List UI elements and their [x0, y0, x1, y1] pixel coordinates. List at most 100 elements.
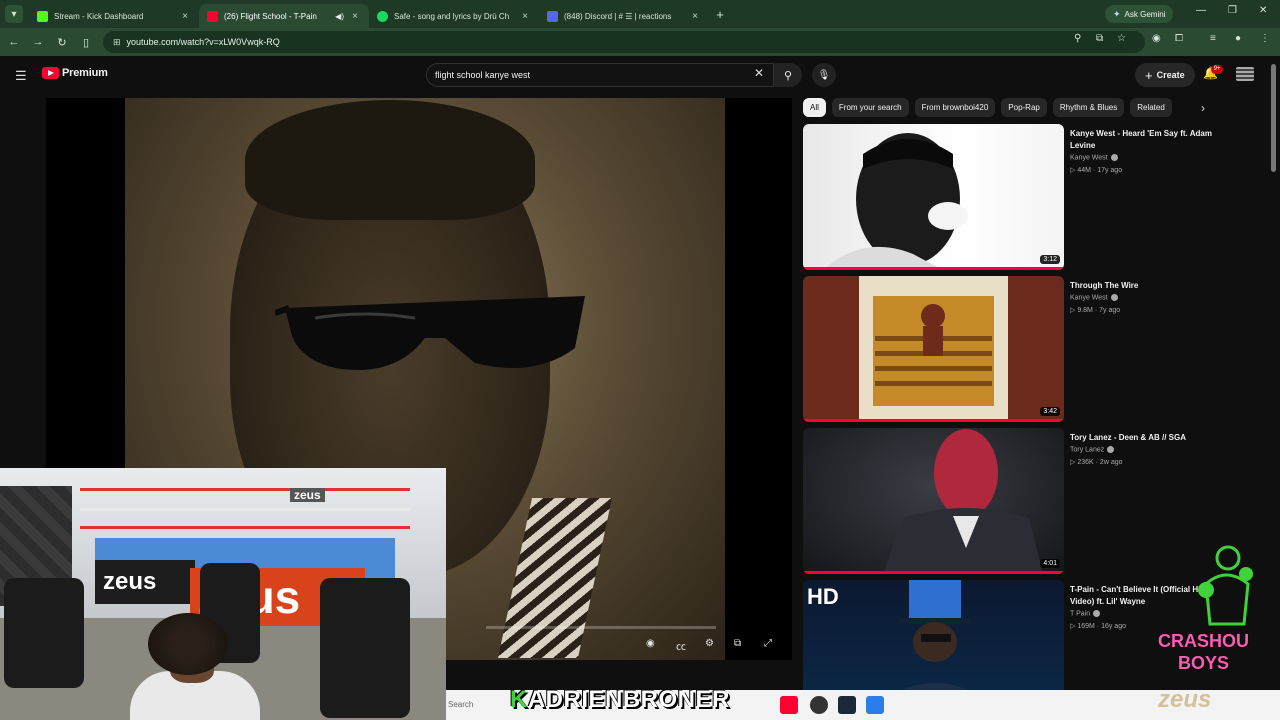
streamer-hair	[148, 613, 228, 675]
reload-icon[interactable]: ↻	[50, 36, 74, 49]
screen: ▾ Stream - Kick Dashboard × (26) Flight …	[0, 0, 1280, 720]
extensions-puzzle-icon[interactable]: ⧠	[1175, 33, 1183, 44]
audio-playing-icon[interactable]: ◀)	[335, 12, 344, 21]
youtube-logo[interactable]: Premium	[42, 67, 108, 79]
chip-all[interactable]: All	[803, 98, 826, 117]
close-tab-icon[interactable]: ×	[349, 11, 361, 22]
minimize-icon[interactable]: —	[1196, 5, 1206, 16]
chip-from-channel[interactable]: From brownboi420	[914, 98, 996, 117]
chip-related[interactable]: Related	[1130, 98, 1172, 117]
tab-discord[interactable]: (848) Discord | # ☰ | reactions ×	[539, 4, 709, 28]
channel-name-text: T Pain	[1070, 610, 1091, 618]
verified-icon	[1107, 446, 1115, 453]
watched-progress-bar	[803, 267, 1064, 270]
channel-name[interactable]: Kanye West	[1070, 294, 1118, 301]
taskbar-search[interactable]: Search	[446, 696, 506, 714]
video-progress-bar[interactable]	[486, 626, 716, 629]
maximize-icon[interactable]: ❐	[1228, 5, 1237, 16]
channel-name[interactable]: Tory Lanez	[1070, 446, 1115, 453]
crash-line-2: BOYS	[1178, 653, 1230, 673]
video-subject-collar	[497, 498, 613, 658]
tab-flight-school[interactable]: (26) Flight School - T-Pain ◀) ×	[199, 4, 369, 28]
related-video-item[interactable]: 3:42 Through The Wire Kanye West ▷ 9.8M …	[803, 276, 1263, 422]
video-meta: ▷ 44M · 17y ago	[1070, 167, 1123, 174]
crashout-boys-logo: CRASHOU BOYS	[1158, 630, 1249, 674]
search-button[interactable]: ⚲	[774, 63, 802, 87]
thumbnail-art	[823, 133, 968, 270]
chrome-app-icon[interactable]	[810, 696, 828, 714]
settings-gear-icon[interactable]: ⚙	[705, 638, 714, 649]
chip-pop-rap[interactable]: Pop-Rap	[1001, 98, 1047, 117]
miniplayer-icon[interactable]: ⧉	[734, 638, 741, 649]
close-tab-icon[interactable]: ×	[689, 11, 701, 22]
chip-from-your-search[interactable]: From your search	[831, 98, 909, 117]
video-thumbnail[interactable]: 3:12	[803, 124, 1064, 270]
channel-name-text: Kanye West	[1070, 294, 1108, 302]
streamer-name-initial: K	[510, 686, 528, 713]
account-avatar[interactable]	[1236, 67, 1254, 81]
video-title[interactable]: Kanye West - Heard 'Em Say ft. Adam Levi…	[1070, 128, 1220, 152]
upload-age: 16y ago	[1101, 623, 1126, 630]
clear-search-icon[interactable]: ✕	[754, 66, 764, 80]
extension-badge-icon[interactable]: ◉	[1152, 33, 1161, 44]
install-app-icon[interactable]: ⧉	[1096, 33, 1103, 44]
search-input[interactable]: flight school kanye west	[426, 63, 774, 87]
address-bar[interactable]: ⊞ youtube.com/watch?v=xLW0Vwqk-RQ	[103, 31, 1145, 53]
browser-menu-icon[interactable]: ⋮	[1260, 33, 1270, 44]
ask-gemini-button[interactable]: ✦ Ask Gemini	[1105, 5, 1174, 23]
view-count: 9.8M	[1077, 307, 1093, 314]
tab-title: Safe - song and lyrics by Drū Ch	[394, 11, 510, 21]
tab-search-button[interactable]: ▾	[5, 5, 23, 23]
video-title[interactable]: Through The Wire	[1070, 280, 1220, 292]
video-title[interactable]: Tory Lanez - Deen & AB // SGA	[1070, 432, 1220, 444]
autoplay-toggle-icon[interactable]: ◉	[646, 638, 655, 649]
forward-arrow-icon[interactable]: →	[26, 36, 50, 48]
split-view-icon[interactable]: ▯	[74, 36, 98, 49]
profile-avatar-icon[interactable]: ●	[1235, 33, 1241, 44]
back-arrow-icon[interactable]: ←	[2, 36, 26, 48]
create-button[interactable]: + Create	[1135, 63, 1195, 87]
video-meta: ▷ 169M · 16y ago	[1070, 623, 1126, 630]
watched-progress-bar	[803, 419, 1064, 422]
zoom-icon[interactable]: ⚲	[1074, 33, 1081, 44]
verified-icon	[1093, 610, 1101, 617]
media-control-icon[interactable]: ≡	[1210, 33, 1216, 44]
video-meta: ▷ 9.8M · 7y ago	[1070, 307, 1121, 314]
chevron-right-icon[interactable]: ›	[1201, 101, 1205, 115]
ring-rope	[80, 488, 410, 491]
tab-spotify-safe[interactable]: Safe - song and lyrics by Drū Ch ×	[369, 4, 539, 28]
tab-kick-dashboard[interactable]: Stream - Kick Dashboard ×	[29, 4, 199, 28]
channel-name[interactable]: T Pain	[1070, 610, 1101, 618]
crash-line-1: CRASHOU	[1158, 631, 1250, 651]
tab-title: (26) Flight School - T-Pain	[224, 11, 317, 21]
youtube-app-icon[interactable]	[780, 696, 798, 714]
menu-icon[interactable]: ☰	[15, 68, 27, 84]
fullscreen-icon[interactable]: ⤢	[764, 638, 772, 649]
channel-name[interactable]: Kanye West	[1070, 154, 1118, 161]
site-info-icon[interactable]: ⊞	[113, 37, 121, 48]
chip-rhythm-blues[interactable]: Rhythm & Blues	[1052, 98, 1125, 117]
related-video-item[interactable]: 4:01 Tory Lanez - Deen & AB // SGA Tory …	[803, 428, 1263, 574]
video-thumbnail[interactable]: 3:42	[803, 276, 1064, 422]
close-window-icon[interactable]: ✕	[1259, 5, 1267, 16]
related-video-item[interactable]: 3:12 Kanye West - Heard 'Em Say ft. Adam…	[803, 124, 1263, 270]
duration-badge: 3:12	[1040, 255, 1060, 264]
gym-sign: zeus	[290, 488, 325, 502]
video-thumbnail[interactable]: 4:01	[803, 428, 1064, 574]
hd-badge: HD	[807, 584, 839, 609]
bookmark-star-icon[interactable]: ☆	[1117, 33, 1126, 44]
duration-badge: 3:42	[1040, 407, 1060, 416]
steam-app-icon[interactable]	[838, 696, 856, 714]
voice-search-button[interactable]: 🎙	[812, 63, 836, 87]
close-tab-icon[interactable]: ×	[179, 11, 191, 22]
page-scrollbar[interactable]	[1271, 64, 1276, 172]
tab-title: (848) Discord | # ☰ | reactions	[564, 11, 672, 21]
photos-app-icon[interactable]	[866, 696, 884, 714]
spotify-favicon-icon	[377, 10, 388, 22]
new-tab-button[interactable]: +	[709, 7, 731, 22]
view-count: 236K	[1077, 459, 1094, 466]
notification-count-badge: 9+	[1211, 65, 1223, 74]
gaming-chair	[320, 578, 410, 718]
captions-icon[interactable]: ㏄	[676, 638, 686, 653]
close-tab-icon[interactable]: ×	[519, 11, 531, 22]
